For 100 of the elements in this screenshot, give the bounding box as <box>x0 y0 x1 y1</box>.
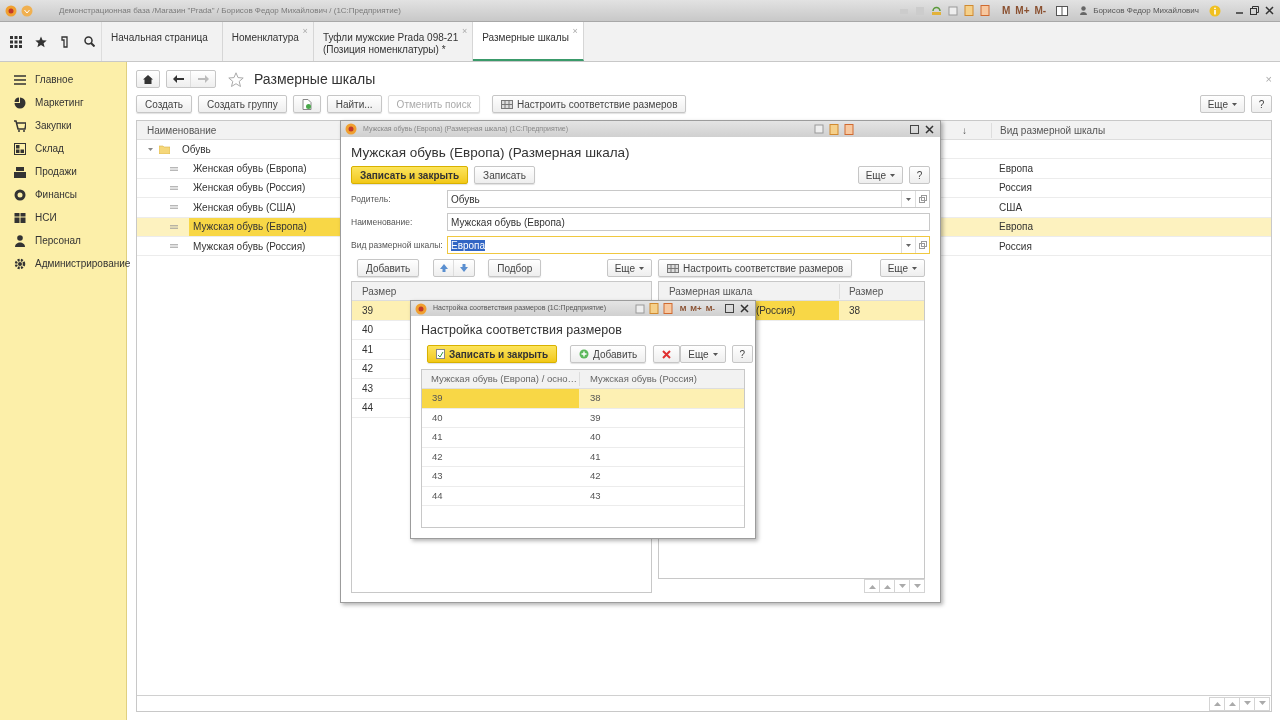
calendar-icon[interactable] <box>980 5 990 16</box>
column-header[interactable]: Размер <box>839 283 924 299</box>
sidebar-item[interactable]: Маркетинг <box>0 91 126 114</box>
panel-icon[interactable] <box>1056 5 1069 16</box>
table-row[interactable]: 43 42 <box>422 467 744 487</box>
match-sizes-button[interactable]: Настроить соответствие размеров <box>658 259 853 277</box>
table-cell-text: Европа <box>999 162 1034 177</box>
folder-icon <box>159 144 170 154</box>
sidebar-item[interactable]: Главное <box>0 68 126 91</box>
more-button[interactable]: Еще <box>606 259 652 277</box>
plus-icon <box>579 349 590 359</box>
delete-button[interactable] <box>653 345 681 363</box>
maximize-icon[interactable] <box>910 124 919 134</box>
open-button[interactable] <box>915 191 929 207</box>
sort-indicator[interactable]: ↓ <box>962 122 991 138</box>
table-row[interactable]: 39 38 <box>422 389 744 409</box>
scroll-last-button[interactable] <box>1254 696 1270 711</box>
calculator-icon[interactable] <box>964 5 974 16</box>
move-buttons[interactable] <box>433 259 476 277</box>
scroll-last-button[interactable] <box>909 579 925 593</box>
document-icon <box>301 98 312 110</box>
column-header[interactable]: Мужская обувь (Европа) / осно… <box>422 371 579 387</box>
help-button[interactable]: ? <box>1251 95 1272 113</box>
table-icon <box>501 99 514 109</box>
scroll-first-button[interactable] <box>864 579 880 593</box>
calculator-icon[interactable] <box>829 123 839 135</box>
sidebar-item[interactable]: Склад <box>0 137 126 160</box>
favorite-star-icon[interactable] <box>228 71 244 87</box>
memory-button[interactable]: M- <box>1034 3 1047 18</box>
sidebar-item[interactable]: Закупки <box>0 114 126 137</box>
table-cell-text: 40 <box>362 323 374 338</box>
table-cell-text: 44 <box>362 401 374 416</box>
open-button[interactable] <box>915 237 929 253</box>
column-header[interactable]: Размерная шкала <box>659 283 839 299</box>
help-button[interactable]: ? <box>909 166 930 184</box>
user-name[interactable]: Борисов Федор Михайлович <box>1093 4 1199 17</box>
menu-icon[interactable] <box>21 4 33 17</box>
sidebar-item[interactable]: Продажи <box>0 160 126 183</box>
help-button[interactable]: ? <box>731 345 753 363</box>
more-button[interactable]: Еще <box>680 345 726 363</box>
calendar-icon[interactable] <box>662 303 673 314</box>
more-button[interactable]: Еще <box>1199 95 1245 113</box>
history-icon[interactable] <box>60 35 71 48</box>
refresh-icon[interactable] <box>931 5 942 16</box>
memory-button[interactable]: M <box>679 302 687 315</box>
table-row[interactable]: 44 43 <box>422 486 744 506</box>
add-button[interactable]: Добавить <box>570 345 647 363</box>
more-button[interactable]: Еще <box>879 259 925 277</box>
button[interactable]: Создать группу <box>198 95 287 113</box>
scroll-first-button[interactable] <box>1209 696 1225 711</box>
dropdown-field[interactable]: Обувь <box>447 190 930 208</box>
table-row[interactable]: 42 41 <box>422 447 744 467</box>
copy-button[interactable] <box>292 95 321 113</box>
save-close-button[interactable]: Записать и закрыть <box>427 345 558 363</box>
sidebar-item[interactable]: Персонал <box>0 229 126 252</box>
user-icon <box>1080 6 1088 15</box>
scroll-up-button[interactable] <box>879 579 895 593</box>
button[interactable]: Записать <box>474 166 535 184</box>
memory-button[interactable]: M+ <box>690 302 702 315</box>
table-row[interactable]: 41 40 <box>422 428 744 448</box>
button[interactable]: Добавить <box>357 259 420 277</box>
button[interactable]: Найти... <box>326 95 382 113</box>
close-icon[interactable] <box>1265 6 1274 15</box>
restore-icon[interactable] <box>1250 6 1259 15</box>
star-icon[interactable] <box>35 35 47 48</box>
table-icon <box>667 263 679 273</box>
memory-button[interactable]: M- <box>705 302 715 315</box>
more-button[interactable]: Еще <box>857 166 903 184</box>
match-sizes-button[interactable]: Настроить соответствие размеров <box>492 95 687 113</box>
save-close-button[interactable]: Записать и закрыть <box>351 166 469 184</box>
button[interactable]: Подбор <box>488 259 542 277</box>
calculator-icon[interactable] <box>648 303 659 314</box>
dropdown-field[interactable]: Европа <box>447 236 930 254</box>
close-icon[interactable] <box>740 304 749 313</box>
button[interactable]: Создать <box>136 95 192 113</box>
page-title: Размерные шкалы <box>254 69 376 89</box>
table-row[interactable]: 40 39 <box>422 408 744 428</box>
memory-button[interactable]: M+ <box>1015 3 1030 18</box>
info-icon[interactable] <box>1209 4 1221 17</box>
scroll-up-button[interactable] <box>1224 696 1240 711</box>
calendar-icon[interactable] <box>844 123 854 135</box>
sidebar-item[interactable]: НСИ <box>0 206 126 229</box>
tab[interactable]: Размерные шкалы × <box>473 22 584 61</box>
left-arrow-icon <box>173 75 184 83</box>
search-icon[interactable] <box>84 36 95 47</box>
home-button[interactable] <box>136 70 160 88</box>
sidebar-item[interactable]: Финансы <box>0 183 126 206</box>
scroll-down-button[interactable] <box>1239 696 1255 711</box>
close-icon[interactable] <box>925 124 934 134</box>
apps-grid-icon[interactable] <box>10 35 22 48</box>
table-cell-text: 42 <box>362 362 374 377</box>
item-dash-icon <box>170 205 178 210</box>
scroll-down-button[interactable] <box>894 579 910 593</box>
memory-button[interactable]: M <box>1002 3 1011 18</box>
column-header[interactable]: Вид размерной шкалы <box>991 122 1271 138</box>
column-header[interactable]: Размер <box>352 282 651 301</box>
input-field[interactable]: Мужская обувь (Европа) <box>447 213 930 231</box>
right-arrow-icon <box>197 75 209 83</box>
column-header[interactable]: Мужская обувь (Россия) <box>579 371 744 387</box>
maximize-icon[interactable] <box>725 304 734 313</box>
